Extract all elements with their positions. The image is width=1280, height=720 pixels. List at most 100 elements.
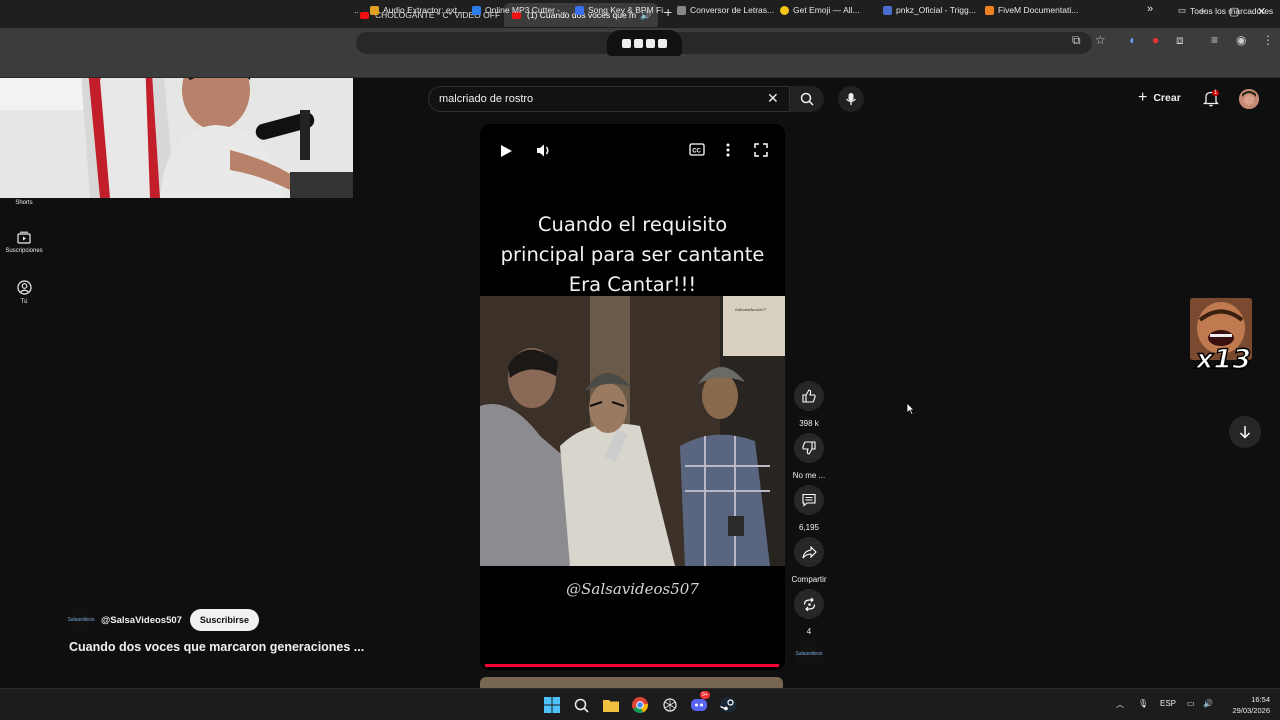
share-icon (801, 545, 817, 558)
video-frame: Salsavideos507 (480, 296, 785, 566)
bookmark-conversor[interactable]: Conversor de Letras... (677, 5, 774, 15)
discord-badge: 9+ (700, 691, 710, 699)
fullscreen-icon[interactable] (754, 143, 768, 157)
bookmark-mp3-cutter[interactable]: Online MP3 Cutter -... (472, 5, 567, 15)
bookmark-get-emoji[interactable]: Get Emoji — All... (780, 5, 860, 15)
bookmark-overflow-left[interactable]: .. (354, 5, 359, 15)
nav-you[interactable]: Tú (0, 280, 48, 305)
dislike-button[interactable]: No me ... (791, 433, 827, 480)
play-icon[interactable] (500, 144, 513, 158)
comment-icon (802, 493, 816, 507)
microphone-icon (846, 93, 856, 105)
bookmark-favicon-icon (780, 5, 789, 15)
extension-record-icon[interactable]: ● (1152, 33, 1159, 47)
bookmark-favicon-icon (985, 5, 994, 15)
bookmark-pnkz[interactable]: pnkz_Oficial - Trigg... (883, 5, 976, 15)
clear-search-icon[interactable]: ✕ (767, 90, 779, 107)
windows-logo-icon (544, 697, 560, 713)
bookmark-song-key[interactable]: Song Key & BPM Fi... (575, 5, 670, 15)
like-button[interactable]: 398 k (791, 381, 827, 428)
subscriptions-icon (17, 231, 31, 244)
search-query: malcriado de rostro (439, 93, 534, 105)
remix-icon (803, 597, 815, 611)
extension-audio-icon[interactable]: ◖ (1128, 33, 1135, 47)
arrow-down-icon (1239, 426, 1251, 439)
input-language[interactable]: ESP (1160, 699, 1176, 708)
video-progress-bar[interactable] (485, 664, 779, 667)
folder-icon (603, 700, 619, 712)
frame-logo-text: Salsavideos507 (735, 307, 767, 312)
interview-scene-image: Salsavideos507 (480, 296, 785, 566)
volume-icon[interactable] (536, 143, 552, 158)
chatgpt-icon (663, 698, 677, 712)
channel-avatar[interactable]: Salsavideos (68, 608, 94, 632)
thumbs-up-icon (802, 389, 816, 403)
steam-taskbar-button[interactable] (719, 696, 737, 714)
plus-icon: + (1138, 89, 1148, 106)
discord-icon (691, 699, 707, 711)
svg-text:CC: CC (692, 148, 701, 154)
nav-shorts[interactable]: Shorts (0, 200, 48, 206)
discord-taskbar-button[interactable]: 9+ (690, 691, 710, 714)
chrome-menu-icon[interactable]: ⋮ (1262, 33, 1274, 47)
tray-microphone-icon[interactable]: 🎙 (1138, 699, 1148, 708)
folder-icon: ▭ (1178, 5, 1187, 15)
remix-button[interactable]: 4 (791, 589, 827, 636)
create-button[interactable]: + Crear (1138, 89, 1181, 107)
next-short-preview[interactable] (480, 677, 783, 688)
video-caption-text: Cuando el requisito principal para ser c… (500, 213, 765, 296)
search-icon (574, 698, 589, 713)
user-circle-icon (16, 280, 32, 295)
avatar-image (1239, 89, 1259, 109)
openai-taskbar-button[interactable] (661, 696, 679, 714)
voice-search-button[interactable] (838, 86, 864, 112)
profile-icon[interactable]: ◉ (1236, 33, 1246, 47)
search-icon (800, 92, 814, 106)
nav-subscriptions[interactable]: Suscripciones (0, 231, 48, 254)
chrome-icon (632, 697, 648, 713)
bookmarks-bar (0, 56, 1280, 78)
channel-watermark: @Salsavideos507 (566, 580, 699, 598)
more-options-icon[interactable] (726, 143, 730, 157)
chrome-taskbar-button[interactable] (631, 696, 649, 714)
search-button[interactable] (790, 86, 824, 112)
social-banner (607, 30, 682, 56)
bookmark-favicon-icon (677, 5, 686, 15)
channel-name[interactable]: @SalsaVideos507 (101, 615, 182, 626)
mouse-cursor-icon (906, 402, 915, 415)
youtube-social-icon (658, 38, 667, 48)
subscribe-button[interactable]: Suscribirse (189, 609, 259, 631)
overlay-counter: x13 (1195, 343, 1252, 376)
share-button[interactable]: Compartir (791, 537, 827, 584)
start-button[interactable] (543, 696, 561, 714)
bookmark-star-icon[interactable]: ☆ (1095, 33, 1106, 47)
bookmarks-more-button[interactable]: » (1147, 3, 1153, 15)
x-social-icon (622, 38, 631, 48)
channel-thumbnail[interactable]: Salsavideos (796, 642, 822, 666)
system-clock[interactable]: 16:54 29/03/2026 (1222, 694, 1270, 716)
next-video-button[interactable] (1229, 416, 1261, 448)
extensions-puzzle-icon[interactable]: ⧈ (1176, 33, 1184, 48)
captions-icon[interactable]: CC (689, 143, 705, 156)
tiktok-icon (646, 38, 655, 48)
address-bar[interactable] (356, 32, 1092, 54)
taskbar-search-button[interactable] (572, 696, 590, 714)
file-explorer-button[interactable] (602, 696, 620, 714)
cast-icon[interactable]: ⧉ (1072, 33, 1081, 48)
speaker-icon[interactable]: 🔊 (1203, 699, 1213, 708)
shorts-player[interactable]: CC Cuando el requisito principal para se… (480, 124, 785, 670)
network-icon[interactable]: ▭ (1187, 699, 1195, 708)
tray-overflow-icon[interactable]: ︿ (1116, 699, 1124, 710)
steam-icon (720, 697, 736, 713)
account-avatar[interactable] (1239, 89, 1259, 109)
comments-button[interactable]: 6,195 (791, 485, 827, 532)
thumbs-down-icon (802, 441, 816, 455)
windows-taskbar: 9+ ︿ 🎙 ESP ▭ 🔊 16:54 29/03/2026 (0, 688, 1280, 720)
bookmark-fivem[interactable]: FiveM Documentati... (985, 5, 1078, 15)
instagram-icon (634, 38, 643, 48)
all-bookmarks-folder[interactable]: ▭ Todos los marcadores (1178, 5, 1273, 16)
video-title[interactable]: Cuando dos voces que marcaron generacion… (69, 640, 364, 654)
bookmark-favicon-icon (575, 5, 584, 15)
bookmark-audio-extractor[interactable]: Audio Extractor: ext... (370, 5, 464, 15)
media-control-icon[interactable]: ≡ (1211, 33, 1218, 47)
